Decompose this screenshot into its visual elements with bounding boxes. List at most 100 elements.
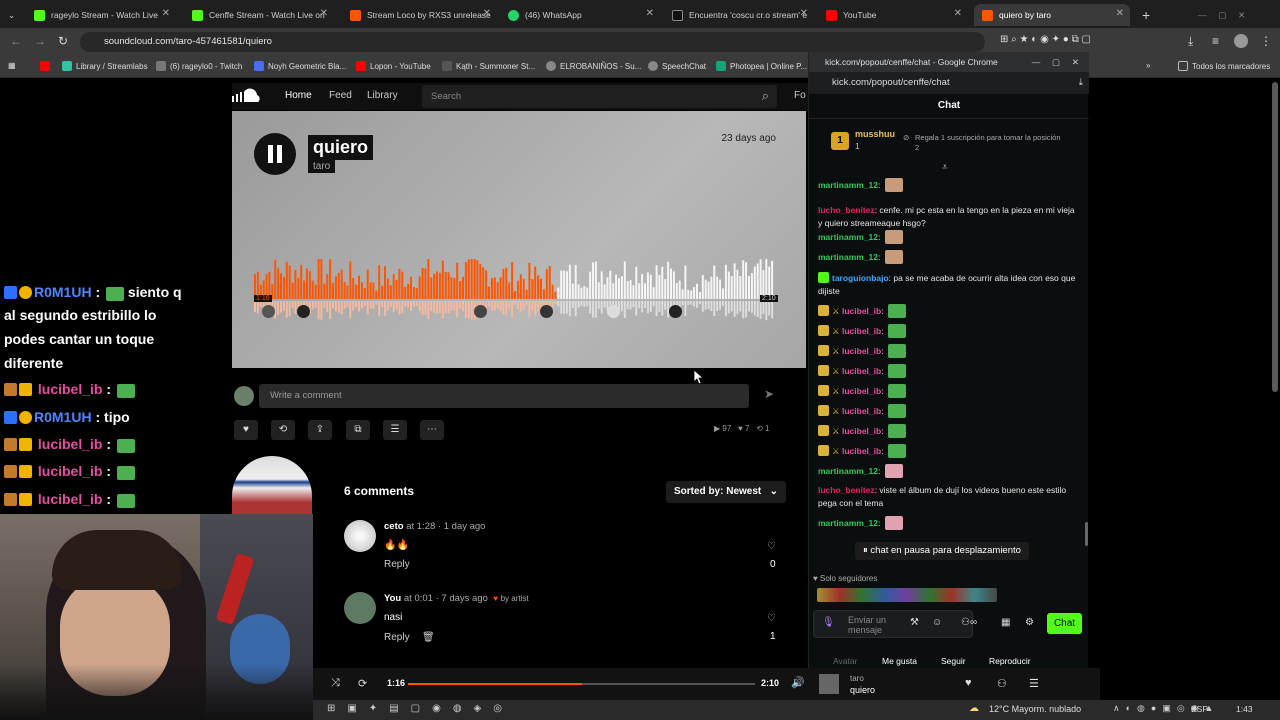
close-icon[interactable]: ✕ (800, 8, 808, 19)
avatar[interactable] (344, 520, 376, 552)
volume-icon[interactable]: 🔊 (791, 676, 805, 689)
close-icon[interactable]: ✕ (483, 8, 491, 19)
more-button[interactable]: ⋯ (420, 420, 444, 440)
avatar[interactable] (344, 592, 376, 624)
chat-scrollbar[interactable] (1085, 522, 1088, 546)
tab-0[interactable]: rageylo Stream - Watch Live ✕ (26, 4, 176, 26)
comment-timestamp[interactable]: 0:01 (414, 593, 433, 604)
nav-feed[interactable]: Feed (329, 90, 352, 101)
tab-1[interactable]: Cenffe Stream - Watch Live on ✕ (184, 4, 334, 26)
bookmark-1[interactable]: (6) rageylo0 - Twitch (156, 61, 242, 71)
gear-icon[interactable]: ⚙ (1025, 617, 1034, 628)
chat-username[interactable]: lucibel_ib (842, 386, 881, 396)
heart-icon[interactable]: ♡ (767, 613, 776, 624)
player-title[interactable]: quiero (850, 685, 875, 695)
window-controls[interactable]: — ▢ ✕ (1032, 52, 1079, 72)
chat-username[interactable]: lucibel_ib (842, 306, 881, 316)
search-icon[interactable]: ⌕ (762, 88, 769, 104)
chat-username[interactable]: lucho_benitez (818, 205, 875, 215)
back-icon[interactable]: ← (10, 34, 22, 48)
page-scrollbar[interactable] (1272, 82, 1278, 392)
close-icon[interactable]: ✕ (320, 8, 328, 19)
emoji-icon[interactable]: ☺ (932, 617, 942, 628)
comment-input[interactable]: Write a comment (259, 384, 749, 408)
repeat-icon[interactable]: ⟳ (358, 677, 367, 690)
chat-username[interactable]: lucibel_ib (842, 446, 881, 456)
chat-username[interactable]: lucibel_ib (842, 346, 881, 356)
tab-active[interactable]: quiero by taro ✕ (974, 4, 1130, 26)
send-icon[interactable]: ➤ (764, 387, 774, 401)
pin-icon[interactable]: ⩡ (942, 162, 948, 173)
tab-3[interactable]: (46) WhatsApp ✕ (500, 4, 660, 26)
taskbar-apps[interactable]: ⊞▣✦▤▢◉◍◈◎ (327, 703, 514, 714)
language[interactable]: ESP (1191, 704, 1208, 714)
top-gifter[interactable]: musshuu (855, 129, 895, 139)
track-artist[interactable]: taro (308, 160, 336, 173)
avatar[interactable] (474, 305, 487, 318)
clock[interactable]: 1:43 (1236, 704, 1253, 714)
trash-icon[interactable]: 🗑 (422, 632, 435, 643)
footer-tab-avatar[interactable]: Avatar (833, 656, 857, 666)
tab-5[interactable]: YouTube ✕ (818, 4, 968, 26)
bookmark-6[interactable]: SpeechChat (648, 61, 706, 71)
users-icon[interactable]: ⚇∞ (961, 617, 977, 628)
media-icon[interactable]: ≡ (1212, 34, 1219, 48)
pause-button[interactable] (254, 133, 296, 175)
microphone-icon[interactable]: 🎙 (822, 617, 835, 628)
emote-bar[interactable] (817, 588, 997, 602)
queue-icon[interactable]: ☰ (1029, 677, 1039, 690)
footer-tab-like[interactable]: Me gusta (882, 656, 917, 666)
tab-search-button[interactable]: ⌄ (0, 4, 24, 26)
close-icon[interactable]: ✕ (646, 8, 654, 19)
tab-4[interactable]: Encuentra 'coscu cr.o stream' e ✕ (664, 4, 814, 26)
sort-dropdown[interactable]: Sorted by: Newest ⌄ (666, 481, 786, 503)
avatar[interactable] (262, 305, 275, 318)
like-button[interactable]: ♥ (234, 420, 258, 440)
apps-icon[interactable]: ▦ (8, 61, 16, 70)
send-chat-button[interactable]: Chat (1047, 613, 1082, 634)
player-progress[interactable] (408, 683, 755, 685)
comment-timestamp[interactable]: 1:28 (417, 521, 436, 532)
chat-username[interactable]: martinamm_12 (818, 466, 878, 476)
add-to-playlist-button[interactable]: ☰ (383, 420, 407, 440)
forward-icon[interactable]: → (34, 34, 46, 48)
new-tab-button[interactable]: + (1134, 4, 1154, 26)
nav-home[interactable]: Home (285, 90, 312, 101)
shuffle-icon[interactable]: ⤨ (331, 677, 340, 690)
bookmark-3[interactable]: Lopon - YouTube (356, 61, 431, 71)
share-button[interactable]: ⇪ (308, 420, 332, 440)
chat-username[interactable]: lucibel_ib (842, 406, 881, 416)
track-thumbnail[interactable] (819, 674, 839, 694)
chat-username[interactable]: lucho_benitez (818, 485, 875, 495)
avatar[interactable] (297, 305, 310, 318)
chat-username[interactable]: martinamm_12 (818, 518, 878, 528)
tab-2[interactable]: Stream Loco by RXS3 unrelease ✕ (342, 4, 497, 26)
menu-icon[interactable]: ⋮ (1260, 34, 1272, 48)
more-bookmarks-icon[interactable]: » (1146, 61, 1150, 70)
comment-user[interactable]: ceto (384, 521, 404, 532)
close-icon[interactable]: ✕ (162, 8, 170, 19)
chat-username[interactable]: lucibel_ib (842, 426, 881, 436)
heart-icon[interactable]: ♡ (767, 541, 776, 552)
avatar[interactable] (669, 305, 682, 318)
chat-username[interactable]: lucibel_ib (842, 366, 881, 376)
all-bookmarks[interactable]: Todos los marcadores (1178, 61, 1270, 71)
reload-icon[interactable]: ↻ (58, 34, 68, 48)
soundcloud-logo-icon[interactable] (232, 88, 264, 104)
chat-input[interactable]: 🎙 Enviar un mensaje ⚒ ☺ (813, 610, 973, 638)
chat-username[interactable]: martinamm_12 (818, 232, 878, 242)
artist-avatar[interactable] (232, 456, 312, 514)
chat-username[interactable]: taroguionbajo (832, 273, 889, 283)
close-icon[interactable]: ✕ (954, 8, 962, 19)
extensions-icons[interactable]: ⊞ ⌕ ★ ◐ ◉ ✦ ● ⧉ ▢ (1000, 34, 1091, 45)
install-icon[interactable]: ⤓ (1079, 72, 1083, 94)
weather[interactable]: 12°C Mayorm. nublado (989, 704, 1081, 714)
nav-more[interactable]: Fo (794, 90, 806, 101)
chat-username[interactable]: martinamm_12 (818, 180, 878, 190)
nav-library[interactable]: Library (367, 90, 398, 101)
bookmark-youtube[interactable] (40, 61, 50, 71)
bookmark-4[interactable]: Kąth - Summoner St... (442, 61, 535, 71)
url-field[interactable]: soundcloud.com/taro-457461581/quiero (80, 32, 985, 52)
gift-subscription-prompt[interactable]: ⊘ Regala 1 suscripción para tomar la posi… (903, 133, 1063, 153)
window-controls[interactable]: — ▢ ✕ (1190, 4, 1280, 26)
